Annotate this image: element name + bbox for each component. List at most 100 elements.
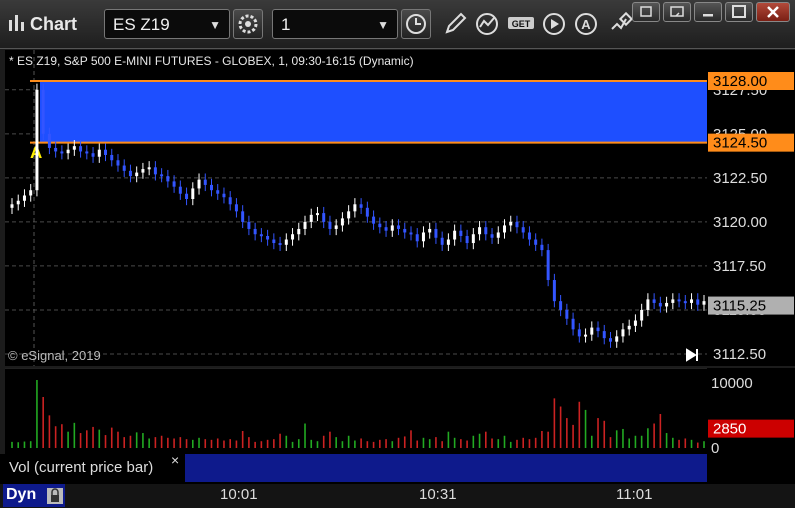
vol-label-box: Vol (current price bar) × [5, 452, 179, 482]
price-tick-label: 3112.50 [713, 346, 766, 363]
price-tick-label: 3122.50 [713, 170, 767, 187]
candle-body [104, 149, 108, 155]
price-tick-label: 3117.50 [713, 258, 766, 275]
candle-body [515, 221, 519, 228]
candle-body [571, 318, 575, 330]
price-chart[interactable]: * ES Z19, S&P 500 E-MINI FUTURES - GLOBE… [5, 50, 707, 366]
alert-icon[interactable]: A [571, 9, 601, 39]
candle-body [696, 299, 700, 305]
candle-body [291, 234, 295, 240]
settings-icon [238, 14, 258, 34]
candle-body [365, 207, 369, 217]
last-price-tag: 3115.25 [713, 298, 766, 315]
get-icon[interactable]: GET [506, 9, 536, 39]
candle-body [166, 176, 170, 182]
candle-body [509, 221, 513, 226]
candle-body [278, 243, 282, 246]
maximize-button[interactable] [725, 2, 753, 22]
candle-body [203, 179, 207, 185]
candle-body [677, 299, 681, 302]
price-scale[interactable]: 3127.503125.003122.503120.003117.503115.… [707, 50, 795, 366]
candle-body [390, 225, 394, 231]
pencil-icon[interactable] [440, 9, 470, 39]
candle-body [671, 299, 675, 303]
candle-body [378, 223, 382, 228]
candle-body [228, 197, 232, 205]
candle-body [484, 227, 488, 235]
time-tick-label: 10:01 [220, 486, 258, 503]
svg-text:GET: GET [512, 19, 531, 29]
candle-body [584, 334, 588, 337]
candle-body [72, 146, 76, 150]
play-icon[interactable] [539, 9, 569, 39]
candle-body [409, 232, 413, 235]
candle-body [266, 235, 270, 240]
chevron-down-icon: ▼ [377, 18, 389, 32]
symbol-value: ES Z19 [113, 15, 170, 34]
close-button[interactable] [756, 2, 790, 22]
candle-body [241, 211, 245, 222]
candle-body [552, 280, 556, 302]
volume-current-tag: 2850 [713, 421, 746, 438]
candle-body [284, 239, 288, 245]
candle-body [222, 193, 226, 198]
candle-body [79, 146, 83, 152]
svg-text:A: A [581, 17, 591, 32]
dyn-button[interactable]: Dyn [3, 484, 65, 507]
volume-scale[interactable]: 10000 0 2850 [707, 368, 795, 454]
candle-body [527, 232, 531, 240]
candle-body [315, 213, 319, 216]
volume-chart[interactable] [5, 368, 707, 454]
candle-body [322, 213, 326, 222]
clock-button[interactable] [401, 9, 431, 39]
clock-icon [406, 14, 426, 34]
candle-body [16, 200, 20, 205]
settings-button[interactable] [233, 9, 263, 39]
maximize-icon [732, 5, 746, 18]
interval-combo[interactable]: 1 ▼ [272, 9, 398, 39]
candle-body [459, 230, 463, 236]
candle-body [540, 244, 544, 251]
lock-icon[interactable] [45, 486, 65, 506]
minimize-button[interactable] [694, 2, 722, 22]
candle-body [683, 301, 687, 304]
candle-body [153, 167, 157, 175]
scroll-end-icon[interactable] [686, 348, 698, 362]
candle-body [596, 327, 600, 332]
candle-body [297, 228, 301, 235]
study-icon[interactable] [472, 9, 502, 39]
candle-body [453, 230, 457, 240]
candle-body [646, 299, 650, 310]
candle-body [615, 336, 619, 342]
candle-body [415, 234, 419, 242]
close-icon [767, 6, 779, 18]
candle-body [272, 239, 276, 244]
candle-body [559, 301, 563, 310]
candle-body [359, 204, 363, 208]
link-icon[interactable] [604, 9, 634, 39]
symbol-combo[interactable]: ES Z19 ▼ [104, 9, 230, 39]
candle-body [253, 228, 257, 235]
candle-body [471, 234, 475, 244]
candle-body [60, 151, 64, 154]
volume-tick-10000: 10000 [711, 375, 753, 392]
dyn-label: Dyn [6, 486, 37, 503]
vol-study-bar[interactable] [185, 454, 707, 482]
candle-body [135, 172, 139, 177]
pin-button[interactable] [632, 2, 660, 22]
restore-button[interactable] [663, 2, 691, 22]
zone-bottom-tag: 3124.50 [713, 135, 767, 152]
candle-body [440, 237, 444, 245]
chevron-down-icon: ▼ [209, 18, 221, 32]
close-vol-icon[interactable]: × [171, 452, 179, 468]
candle-body [66, 149, 70, 154]
candle-body [128, 170, 132, 177]
candle-body [259, 234, 263, 237]
candle-body [633, 320, 637, 326]
candle-body [434, 228, 438, 238]
candle-body [234, 204, 238, 212]
bottom-area: Vol (current price bar) × Dyn 10:01 10:31… [0, 452, 795, 508]
candle-body [446, 239, 450, 245]
candle-body [122, 165, 126, 171]
candle-body [185, 193, 189, 200]
